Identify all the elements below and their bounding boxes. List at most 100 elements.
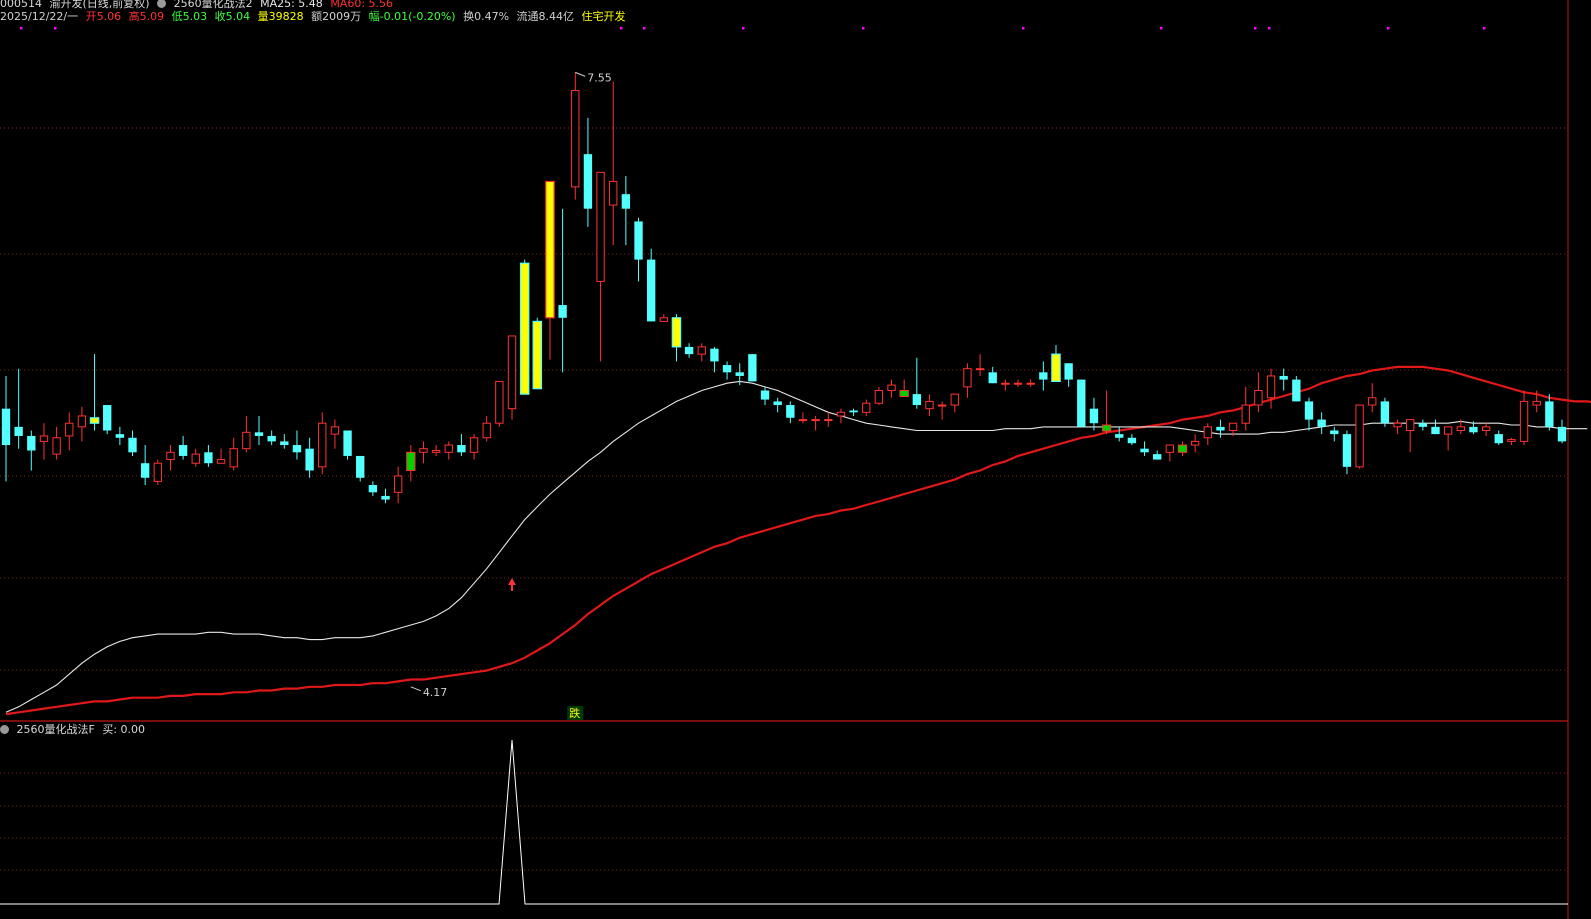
- sell-label: 跌: [569, 706, 580, 720]
- ma25-line: [5, 380, 1588, 713]
- candle-body: [950, 393, 959, 406]
- candle-body: [330, 426, 340, 435]
- sub-panel-header: 2560量化战法F 买: 0.00: [0, 723, 149, 736]
- bar-amount: 额2009万: [311, 10, 362, 23]
- indicator-toggle-icon[interactable]: [157, 0, 167, 8]
- low-pointer: [410, 686, 421, 692]
- candle-body: [1368, 397, 1377, 406]
- candle-body: [849, 410, 858, 413]
- candle-body: [1431, 426, 1440, 435]
- candle-body: [1115, 434, 1124, 438]
- candle-body: [229, 448, 238, 468]
- sub-indicator-name[interactable]: 2560量化战法F: [17, 723, 95, 736]
- signal-dot: [862, 27, 865, 30]
- candle-body: [140, 463, 150, 478]
- sub-indicator-toggle-icon[interactable]: [0, 725, 9, 734]
- signal-dot: [620, 27, 623, 30]
- candle-body: [735, 372, 744, 376]
- candle-body: [571, 90, 580, 188]
- candle-body: [596, 171, 605, 282]
- candle-body: [1519, 400, 1529, 442]
- candle-body: [381, 495, 390, 500]
- signal-candle: [671, 317, 682, 348]
- candle-body: [1190, 440, 1200, 446]
- candle-body: [14, 426, 23, 436]
- candle-body: [27, 435, 36, 451]
- candle-body: [1330, 430, 1339, 435]
- signal-dot: [1268, 27, 1271, 30]
- ma60-line: [5, 365, 1591, 716]
- signal-dot: [1160, 27, 1163, 30]
- high-label: 7.55: [587, 71, 612, 84]
- candle-body: [1557, 426, 1567, 442]
- candle-body: [495, 380, 504, 424]
- candle-body: [1140, 448, 1149, 453]
- candle-body: [1, 408, 11, 446]
- candle-body: [659, 317, 668, 322]
- candle-body: [444, 444, 453, 453]
- candle-body: [862, 402, 871, 413]
- bar-turnover: 换0.47%: [463, 10, 510, 23]
- chart-canvas[interactable]: 7.55 4.17 跌: [0, 0, 1591, 919]
- candle-body: [457, 445, 466, 453]
- candle-body: [1077, 379, 1086, 427]
- candle-body: [52, 437, 61, 455]
- bar-change: 幅-0.01(-0.20%): [368, 10, 456, 23]
- candle-body: [1545, 401, 1554, 427]
- candle-body: [65, 422, 74, 437]
- candle-body: [937, 404, 947, 407]
- candle-body: [153, 462, 162, 482]
- candle-body: [963, 368, 972, 388]
- sector-name[interactable]: 住宅开发: [582, 10, 626, 23]
- candle-body: [558, 305, 567, 318]
- candle-body: [1266, 375, 1276, 399]
- signal-candle: [406, 451, 416, 471]
- signal-candle: [899, 389, 909, 397]
- candle-body: [1393, 422, 1402, 428]
- stock-code[interactable]: 000514: [0, 0, 42, 10]
- candle-body: [887, 384, 896, 391]
- low-label: 4.17: [423, 686, 448, 699]
- candle-body: [1317, 419, 1326, 427]
- bar-open: 开5.06: [85, 10, 122, 23]
- candle-body: [710, 348, 719, 362]
- candle-body: [178, 445, 188, 456]
- candle-body: [1203, 426, 1212, 439]
- header-line-2: 2025/12/22/一 开5.06 高5.09 低5.03 收5.04 量39…: [0, 10, 630, 23]
- candle-body: [254, 432, 264, 436]
- signal-candle: [1101, 424, 1112, 432]
- candle-body: [1039, 372, 1048, 380]
- signal-candle: [1051, 353, 1061, 383]
- candle-body: [356, 455, 365, 478]
- signal-candle: [1177, 444, 1188, 453]
- candle-body: [1279, 375, 1288, 380]
- candle-body: [925, 400, 934, 410]
- signal-candle: [532, 320, 543, 390]
- indicator-name[interactable]: 2560量化战法2: [174, 0, 253, 10]
- candle-body: [975, 368, 985, 371]
- signal-dot: [54, 27, 57, 30]
- candle-body: [1127, 437, 1137, 444]
- candle-body: [343, 430, 352, 456]
- ma60-value: MA60: 5.56: [330, 0, 394, 10]
- candle-body: [216, 459, 226, 464]
- signal-dot: [20, 27, 23, 30]
- stock-name[interactable]: 渝开发(日线,前复权): [50, 0, 150, 10]
- bar-high: 高5.09: [128, 10, 165, 23]
- candle-body: [292, 445, 302, 453]
- signal-candle: [89, 417, 100, 424]
- candle-body: [77, 415, 87, 428]
- signal-candle: [545, 180, 555, 319]
- sub-buy-value: 买: 0.00: [102, 723, 146, 736]
- candle-body: [1355, 404, 1364, 468]
- candle-body: [267, 435, 276, 442]
- candle-body: [1216, 426, 1225, 431]
- candle-body: [1507, 439, 1516, 442]
- high-pointer: [575, 71, 586, 77]
- candle-body: [646, 259, 656, 322]
- candle-body: [507, 335, 517, 410]
- candle-body: [1064, 363, 1073, 380]
- candle-body: [1342, 434, 1352, 467]
- candle-body: [760, 390, 770, 400]
- candle-body: [697, 346, 706, 355]
